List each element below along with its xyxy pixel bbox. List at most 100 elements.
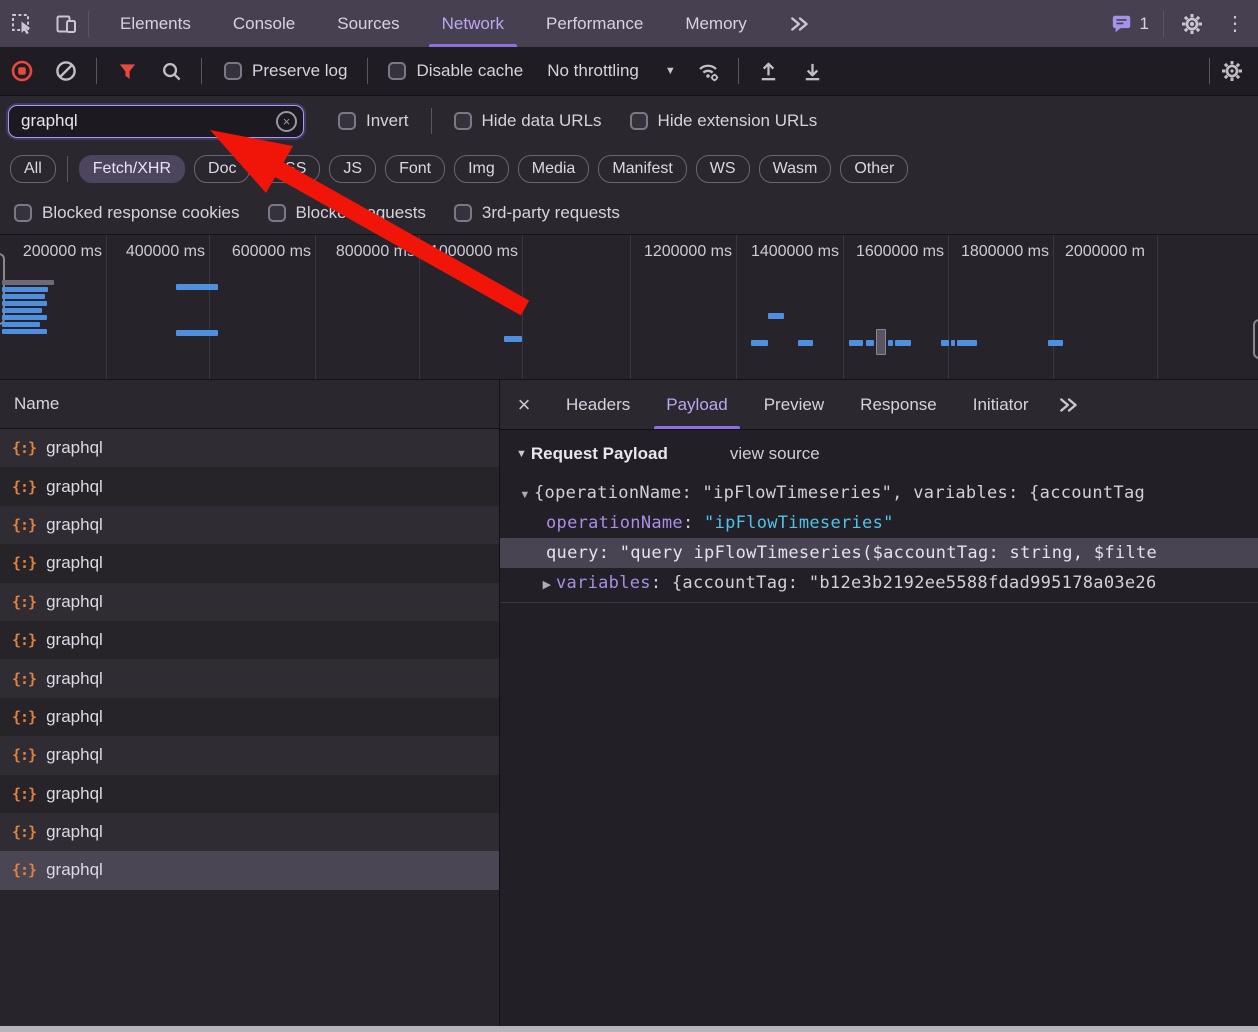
chip-manifest[interactable]: Manifest [598,155,686,183]
payload-string-value: "ipFlowTimeseries" [704,513,894,533]
hide-data-urls-checkbox[interactable] [454,112,472,130]
throttling-select[interactable]: No throttling ▼ [537,61,686,81]
preserve-log-toggle[interactable]: Preserve log [210,61,361,81]
request-name: graphql [46,515,103,535]
overview-grip-right[interactable] [1253,319,1258,359]
chip-font[interactable]: Font [385,155,445,183]
hide-extension-urls-toggle[interactable]: Hide extension URLs [616,111,832,131]
page-edge-strip [0,1026,1258,1032]
tab-performance[interactable]: Performance [525,0,664,47]
export-har-button[interactable] [791,51,835,91]
request-row[interactable]: {:}graphql [0,698,499,736]
chip-css[interactable]: CSS [259,155,320,183]
chip-img[interactable]: Img [454,155,509,183]
preserve-log-checkbox[interactable] [224,62,242,80]
disable-cache-checkbox[interactable] [388,62,406,80]
request-row[interactable]: {:}graphql [0,736,499,774]
network-conditions-button[interactable] [686,51,730,91]
chip-other[interactable]: Other [840,155,908,183]
request-row[interactable]: {:}graphql [0,544,499,582]
payload-root-line[interactable]: ▼{operationName: "ipFlowTimeseries", var… [500,478,1258,508]
tab-response[interactable]: Response [842,380,955,429]
name-column-header[interactable]: Name [0,380,499,429]
tab-elements[interactable]: Elements [99,0,212,47]
collapsed-triangle-icon[interactable]: ▶ [538,570,556,598]
chip-media[interactable]: Media [518,155,590,183]
timeline-request-bar [849,340,863,346]
invert-toggle[interactable]: Invert [324,111,423,131]
tab-headers[interactable]: Headers [548,380,648,429]
issues-counter[interactable]: 1 [1103,13,1157,35]
json-braces-icon: {:} [12,823,36,841]
request-row[interactable]: {:}graphql [0,429,499,467]
tab-network[interactable]: Network [421,0,525,47]
blocked-requests-label: Blocked requests [296,203,426,223]
more-panels-button[interactable] [768,0,832,47]
device-toolbar-button[interactable] [44,0,88,47]
inspect-icon [10,12,34,36]
chip-js[interactable]: JS [329,155,376,183]
json-braces-icon: {:} [12,631,36,649]
collapse-triangle-icon[interactable]: ▼ [516,448,527,460]
payload-query-line[interactable]: query: "query ipFlowTimeseries($accountT… [500,538,1258,568]
chip-ws[interactable]: WS [696,155,750,183]
filter-toggle-button[interactable] [105,51,149,91]
customize-menu-button[interactable]: ⋮ [1220,11,1250,36]
wifi-gear-icon [696,59,720,83]
record-network-log-button[interactable] [0,51,44,91]
request-row[interactable]: {:}graphql [0,775,499,813]
request-row[interactable]: {:}graphql [0,621,499,659]
devtools-tab-bar: Elements Console Sources Network Perform… [0,0,1258,47]
details-empty-area [500,603,1258,1026]
chip-doc[interactable]: Doc [194,155,250,183]
chip-fetch-xhr[interactable]: Fetch/XHR [79,155,185,183]
import-har-button[interactable] [747,51,791,91]
payload-operation-line[interactable]: operationName: "ipFlowTimeseries" [500,508,1258,538]
third-party-toggle[interactable]: 3rd-party requests [440,203,634,223]
hide-data-urls-toggle[interactable]: Hide data URLs [440,111,616,131]
request-row[interactable]: {:}graphql [0,659,499,697]
tab-payload[interactable]: Payload [648,380,745,429]
divider [96,58,97,84]
timeline-request-bar [176,284,218,290]
network-settings-button[interactable] [1210,51,1254,91]
disable-cache-toggle[interactable]: Disable cache [374,61,537,81]
close-details-button[interactable]: × [500,380,548,429]
settings-button[interactable] [1170,12,1214,36]
tab-memory[interactable]: Memory [664,0,767,47]
chevrons-right-icon [1058,394,1080,416]
request-payload-title: Request Payload [531,444,668,464]
tab-preview[interactable]: Preview [746,380,842,429]
blocked-requests-toggle[interactable]: Blocked requests [254,203,440,223]
chip-wasm[interactable]: Wasm [759,155,832,183]
chip-all[interactable]: All [10,155,56,183]
filter-input[interactable] [8,105,304,138]
search-network-button[interactable] [149,51,193,91]
tab-initiator[interactable]: Initiator [955,380,1047,429]
timeline-request-bar [866,340,874,346]
request-row[interactable]: {:}graphql [0,851,499,889]
clear-network-log-button[interactable] [44,51,88,91]
blocked-requests-checkbox[interactable] [268,204,286,222]
request-row[interactable]: {:}graphql [0,583,499,621]
request-row[interactable]: {:}graphql [0,813,499,851]
request-row[interactable]: {:}graphql [0,467,499,505]
third-party-label: 3rd-party requests [482,203,620,223]
request-row[interactable]: {:}graphql [0,506,499,544]
divider [1163,11,1164,37]
blocked-cookies-toggle[interactable]: Blocked response cookies [0,203,254,223]
view-source-link[interactable]: view source [730,444,820,464]
tab-console[interactable]: Console [212,0,316,47]
hide-extension-urls-checkbox[interactable] [630,112,648,130]
tab-sources[interactable]: Sources [316,0,420,47]
payload-variables-line[interactable]: ▶variables: {accountTag: "b12e3b2192ee55… [500,568,1258,598]
clear-filter-icon[interactable]: × [276,111,297,132]
more-details-tabs-button[interactable] [1046,380,1092,429]
third-party-checkbox[interactable] [454,204,472,222]
inspect-element-button[interactable] [0,0,44,47]
blocked-cookies-checkbox[interactable] [14,204,32,222]
expanded-triangle-icon[interactable]: ▼ [516,480,534,508]
hide-extension-urls-label: Hide extension URLs [658,111,818,131]
invert-checkbox[interactable] [338,112,356,130]
timeline-overview[interactable]: 200000 ms400000 ms600000 ms800000 ms1000… [0,234,1258,380]
